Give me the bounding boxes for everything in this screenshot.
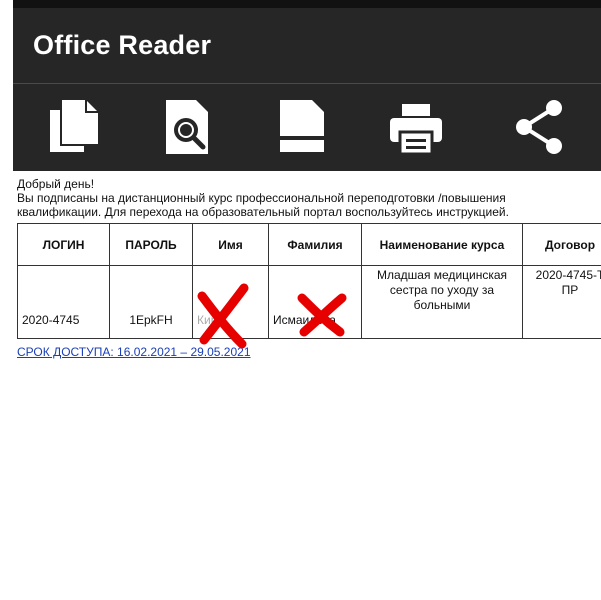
- search-document-icon: [166, 100, 208, 154]
- first-name-text: Кира: [197, 313, 225, 327]
- app-bar-divider: [13, 83, 601, 84]
- contract-line-1: 2020-4745-Т: [535, 268, 601, 282]
- contract-line-2: ПР: [561, 283, 579, 297]
- intro-text-line-1: Вы подписаны на дистанционный курс профе…: [17, 191, 506, 205]
- table-row: 2020-4745 1EpkFH Кира Исмаилова Младшая …: [17, 265, 601, 339]
- header-first-name: Имя: [192, 223, 269, 266]
- greeting-text: Добрый день!: [17, 177, 95, 191]
- cell-password: 1EpkFH: [109, 265, 193, 339]
- intro-text-line-2: квалификации. Для перехода на образовате…: [17, 205, 509, 219]
- office-reader-window: Office Reader Добрый день! Вы подписаны …: [0, 0, 601, 600]
- document-icon: [280, 100, 324, 152]
- share-button[interactable]: [507, 94, 573, 160]
- document-body: Добрый день! Вы подписаны на дистанционн…: [17, 177, 601, 219]
- course-name-line-3: больными: [413, 298, 471, 312]
- cell-last-name: Исмаилова: [268, 265, 362, 339]
- search-document-button[interactable]: [153, 94, 219, 160]
- share-icon: [516, 100, 562, 154]
- document-button[interactable]: [269, 94, 335, 160]
- cell-course-name: Младшая медицинская сестра по уходу за б…: [361, 265, 523, 339]
- print-button[interactable]: [383, 94, 449, 160]
- copy-icon: [50, 100, 98, 152]
- header-password: ПАРОЛЬ: [109, 223, 193, 266]
- app-bar: Office Reader: [13, 0, 601, 171]
- cell-first-name: Кира: [192, 265, 269, 339]
- header-login: ЛОГИН: [17, 223, 110, 266]
- cell-login: 2020-4745: [17, 265, 110, 339]
- course-name-line-1: Младшая медицинская: [376, 268, 508, 282]
- printer-icon: [390, 104, 442, 156]
- credentials-table: ЛОГИН ПАРОЛЬ Имя Фамилия Наименование ку…: [17, 223, 601, 339]
- copy-button[interactable]: [37, 94, 103, 160]
- app-title: Office Reader: [33, 30, 212, 60]
- header-contract: Договор: [522, 223, 601, 266]
- header-course-name: Наименование курса: [361, 223, 523, 266]
- header-last-name: Фамилия: [268, 223, 362, 266]
- cell-contract: 2020-4745-Т ПР: [522, 265, 601, 339]
- table-header-row: ЛОГИН ПАРОЛЬ Имя Фамилия Наименование ку…: [17, 223, 601, 266]
- status-bar: [13, 0, 601, 8]
- access-period-link[interactable]: СРОК ДОСТУПА: 16.02.2021 – 29.05.2021: [17, 345, 251, 359]
- course-name-line-2: сестра по уходу за: [389, 283, 495, 297]
